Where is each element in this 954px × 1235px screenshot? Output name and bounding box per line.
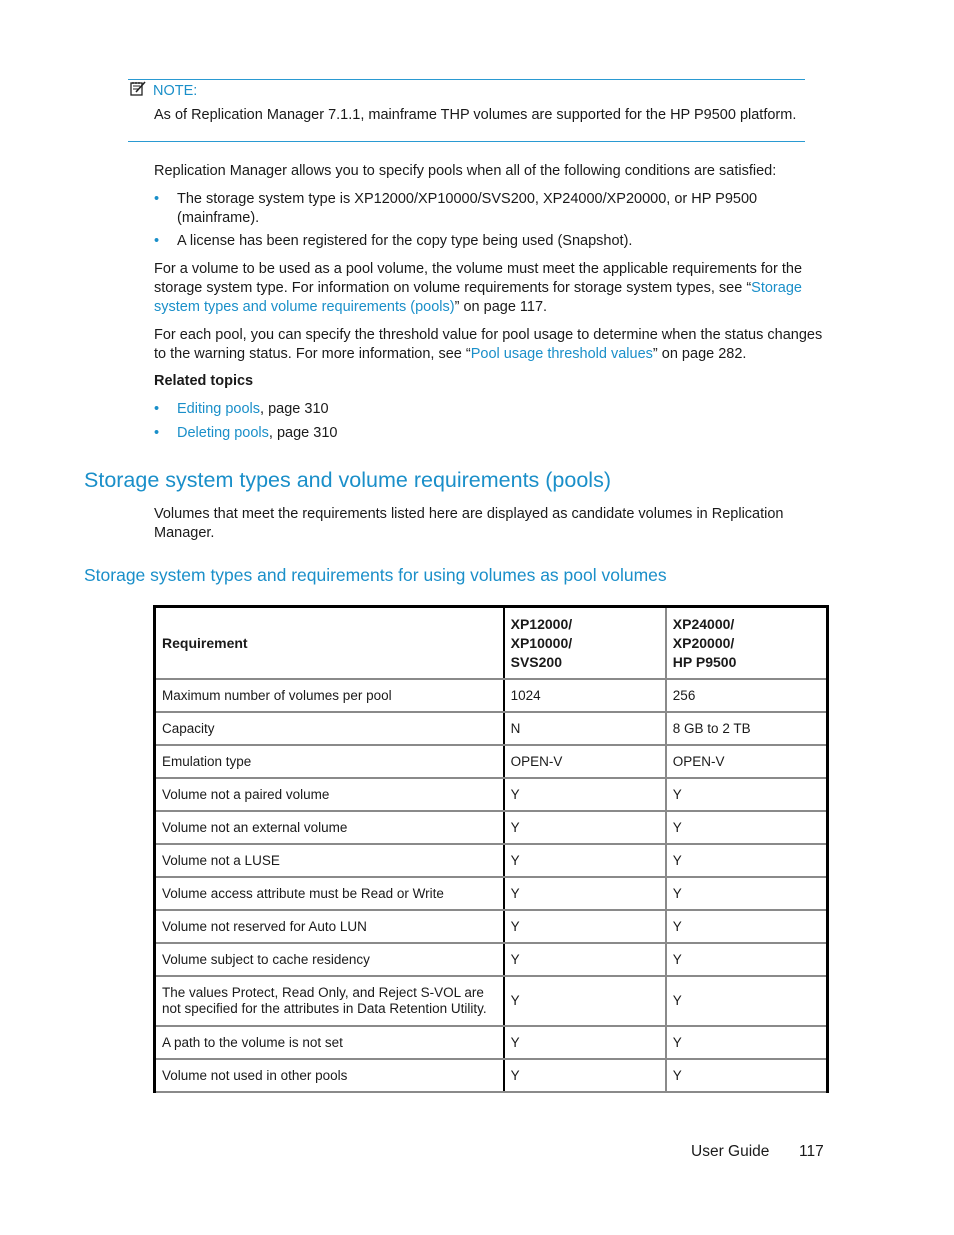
header-xp12000: XP12000/ XP10000/ SVS200 (503, 606, 667, 680)
requirement-cell: Capacity (154, 712, 505, 746)
xp12000-cell: Y (503, 877, 667, 911)
xp24000-cell: 8 GB to 2 TB (665, 712, 828, 746)
bullet-icon: • (154, 401, 160, 417)
paragraph-line: Volumes that meet the requirements liste… (154, 506, 784, 522)
condition-text-cont: (mainframe). (177, 210, 260, 226)
table-header-row: Requirement XP12000/ XP10000/ SVS200 XP2… (154, 606, 828, 680)
page-reference: ” on page 282. (652, 346, 747, 362)
condition-text: A license has been registered for the co… (177, 233, 633, 249)
requirement-cell: Volume subject to cache residency (154, 943, 505, 977)
xp24000-cell: Y (665, 910, 828, 944)
page-reference: ” on page 117. (454, 299, 548, 315)
xp12000-cell: N (503, 712, 667, 746)
link-text[interactable]: Storage (751, 280, 802, 296)
editing-pools-link[interactable]: Editing pools (177, 401, 260, 417)
page-reference: , page 310 (268, 425, 338, 441)
requirement-cell: Volume not used in other pools (154, 1059, 505, 1093)
xp12000-cell: Y (503, 778, 667, 812)
xp24000-cell: Y (665, 976, 828, 1027)
xp24000-cell: Y (665, 811, 828, 845)
xp24000-cell: Y (665, 1026, 828, 1060)
paragraph-line: Manager. (154, 525, 215, 541)
xp12000-cell: Y (503, 1059, 667, 1093)
note-header: NOTE: (130, 81, 197, 100)
xp12000-cell: Y (503, 943, 667, 977)
requirement-cell: Maximum number of volumes per pool (154, 679, 505, 713)
xp24000-cell: Y (665, 943, 828, 977)
bullet-icon: • (154, 191, 160, 207)
condition-text: The storage system type is XP12000/XP100… (177, 191, 758, 207)
requirement-cell: Volume not a LUSE (154, 844, 505, 878)
table-row: Emulation type OPEN-V OPEN-V (154, 745, 828, 779)
xp12000-cell: Y (503, 811, 667, 845)
xp12000-cell: 1024 (503, 679, 667, 713)
note-label: NOTE: (153, 82, 198, 99)
xp12000-cell: Y (503, 910, 667, 944)
requirement-cell: Emulation type (154, 745, 505, 779)
footer-page-number: 117 (799, 1143, 824, 1160)
related-topics-heading: Related topics (154, 373, 254, 389)
paragraph-line: to the warning status. For more informat… (154, 346, 471, 362)
note-text: As of Replication Manager 7.1.1, mainfra… (154, 107, 797, 123)
table-row: The values Protect, Read Only, and Rejec… (154, 976, 828, 1027)
requirements-table: Requirement XP12000/ XP10000/ SVS200 XP2… (153, 605, 829, 1093)
page-reference: , page 310 (260, 401, 329, 417)
link-text[interactable]: system types and volume requirements (po… (154, 299, 455, 315)
deleting-pools-link[interactable]: Deleting pools (177, 425, 269, 441)
xp24000-cell: Y (665, 877, 828, 911)
table-row: Volume not a LUSE Y Y (154, 844, 828, 878)
requirement-cell: The values Protect, Read Only, and Rejec… (154, 976, 505, 1027)
note-top-rule (128, 79, 805, 80)
header-xp24000: XP24000/ XP20000/ HP P9500 (665, 606, 828, 680)
xp24000-cell: Y (665, 778, 828, 812)
table-row: Volume not used in other pools Y Y (154, 1059, 828, 1093)
requirement-cell: A path to the volume is not set (154, 1026, 505, 1060)
threshold-paragraph: For each pool, you can specify the thres… (154, 326, 830, 364)
pool-volume-paragraph: For a volume to be used as a pool volume… (154, 260, 830, 317)
xp12000-cell: Y (503, 1026, 667, 1060)
bullet-icon: • (154, 233, 160, 249)
requirement-cell: Volume not reserved for Auto LUN (154, 910, 505, 944)
footer-doc-name: User Guide (691, 1143, 770, 1160)
note-bottom-rule (128, 141, 805, 142)
xp24000-cell: Y (665, 1059, 828, 1093)
table-title: Storage system types and requirements fo… (84, 565, 667, 585)
requirement-cell: Volume access attribute must be Read or … (154, 877, 505, 911)
header-requirement: Requirement (154, 606, 505, 680)
table-row: Maximum number of volumes per pool 1024 25… (154, 679, 828, 713)
xp24000-cell: Y (665, 844, 828, 878)
table-row: Volume not a paired volume Y Y (154, 778, 828, 812)
xp12000-cell: Y (503, 844, 667, 878)
table-row: Capacity N 8 GB to 2 TB (154, 712, 828, 746)
table-row: Volume access attribute must be Read or … (154, 877, 828, 911)
paragraph-line: For each pool, you can specify the thres… (154, 327, 823, 343)
table-row: Volume subject to cache residency Y Y (154, 943, 828, 977)
table-row: Volume not reserved for Auto LUN Y Y (154, 910, 828, 944)
requirement-cell: Volume not a paired volume (154, 778, 505, 812)
section-description: Volumes that meet the requirements liste… (154, 505, 830, 543)
xp12000-cell: Y (503, 976, 667, 1027)
bullet-icon: • (154, 425, 160, 441)
xp24000-cell: OPEN-V (665, 745, 828, 779)
xp12000-cell: OPEN-V (503, 745, 667, 779)
requirement-cell: Volume not an external volume (154, 811, 505, 845)
pool-usage-threshold-link[interactable]: Pool usage threshold values (471, 346, 653, 362)
intro-paragraph: Replication Manager allows you to specif… (154, 163, 777, 179)
section-heading: Storage system types and volume requirem… (84, 468, 611, 492)
table-row: A path to the volume is not set Y Y (154, 1026, 828, 1060)
paragraph-line: For a volume to be used as a pool volume… (154, 261, 803, 277)
table-row: Volume not an external volume Y Y (154, 811, 828, 845)
xp24000-cell: 256 (665, 679, 828, 713)
note-pencil-icon (130, 81, 147, 100)
paragraph-line: storage system type. For information on … (154, 280, 752, 296)
